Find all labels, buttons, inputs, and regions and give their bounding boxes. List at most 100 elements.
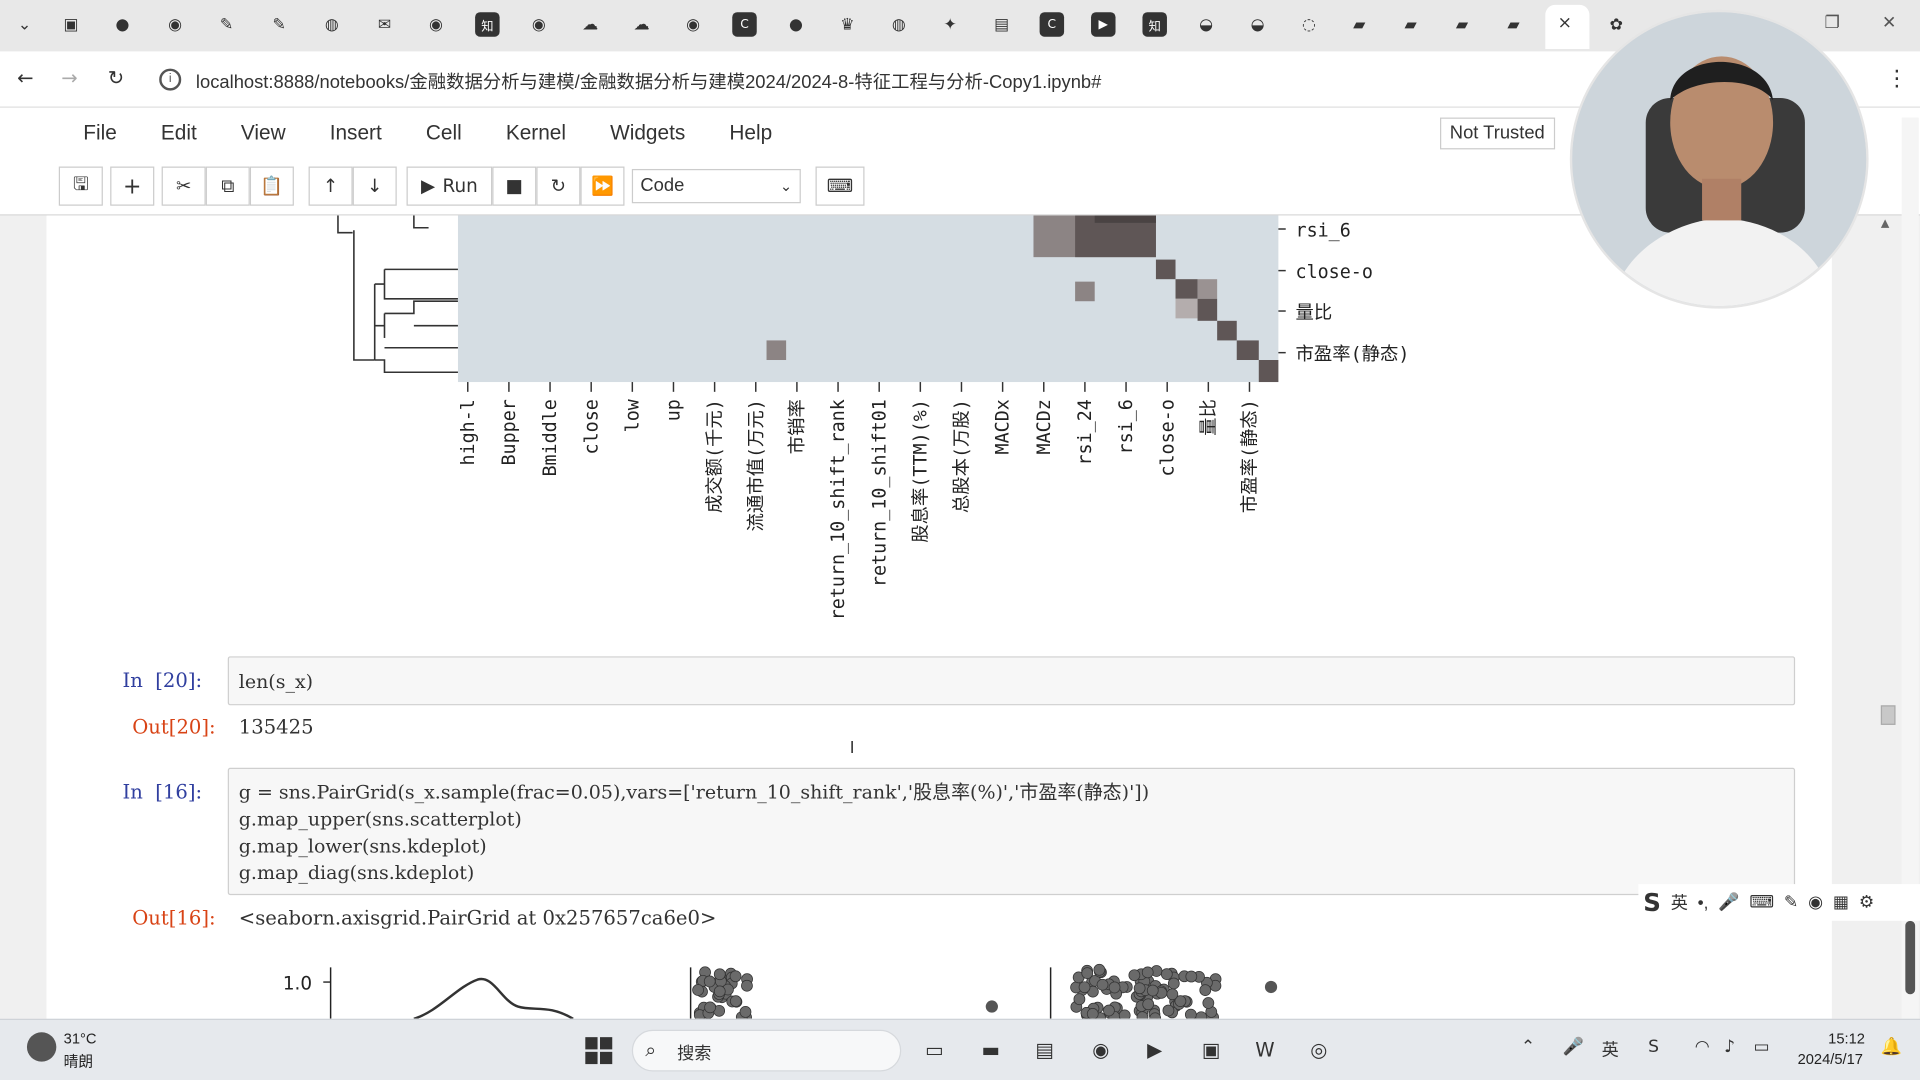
calendar-icon[interactable]: ▣ [59,12,83,36]
ime-lang-toggle[interactable]: 英 [1671,890,1688,914]
trust-status-button[interactable]: Not Trusted [1440,117,1555,150]
c-icon[interactable]: C [732,12,757,37]
doc-icon[interactable]: ▰ [1347,12,1371,36]
mic-icon[interactable]: 🎤 [1562,1037,1583,1057]
start-icon[interactable] [585,1037,613,1065]
paw-icon[interactable]: ✿ [1604,12,1628,36]
chat-icon[interactable]: ● [784,12,808,36]
column-label: close [581,399,602,454]
zhihu-icon[interactable]: 知 [1142,12,1167,37]
url-field[interactable]: localhost:8888/notebooks/金融数据分析与建模/金融数据分… [196,69,1101,95]
paste-icon[interactable]: 📋 [249,166,294,206]
menu-kernel[interactable]: Kernel [484,120,588,147]
app-icon[interactable]: W [1249,1033,1281,1065]
code-cell-input[interactable]: g = sns.PairGrid(s_x.sample(frac=0.05),v… [227,767,1796,896]
forward-icon[interactable]: → [61,66,77,89]
taskbar-search[interactable]: ⌕ 搜索 [631,1029,902,1072]
close-icon[interactable]: × [1558,13,1572,33]
ime-punct-toggle[interactable]: •, [1698,893,1709,913]
tray-chevron-icon[interactable]: ⌃ [1521,1037,1535,1057]
github-icon[interactable]: ◉ [681,12,705,36]
app-icon[interactable]: ▤ [989,12,1013,36]
globe-icon[interactable]: ◍ [320,12,344,36]
scroll-thumb[interactable] [1880,705,1896,725]
move-up-icon[interactable]: ↑ [308,166,353,206]
cloud-icon[interactable]: ☁ [629,12,653,36]
clock-date[interactable]: 2024/5/17 [1798,1051,1863,1068]
mail-icon[interactable]: ✉ [372,12,396,36]
file-explorer-icon[interactable]: ▤ [1029,1033,1061,1065]
github-icon[interactable]: ◉ [424,12,448,36]
tab-search-icon[interactable]: ⌄ [12,12,36,36]
app-icon[interactable]: ▬ [975,1033,1007,1065]
heat-cell [1175,298,1198,319]
menu-insert[interactable]: Insert [308,120,404,147]
crown-icon[interactable]: ♛ [835,12,859,36]
record-icon[interactable]: ● [110,12,134,36]
back-icon[interactable]: ← [17,66,33,89]
kde-curve [413,977,574,1019]
zhihu-icon[interactable]: 知 [475,12,500,37]
save-icon[interactable]: 🖫 [58,166,103,206]
run-button[interactable]: ▶ Run [406,166,493,206]
reload-icon[interactable]: ↻ [108,66,124,89]
github-icon[interactable]: ◉ [527,12,551,36]
scroll-up-icon[interactable]: ▲ [1881,218,1889,230]
window-close-icon[interactable]: ✕ [1882,13,1896,33]
bowl-icon[interactable]: ◒ [1194,12,1218,36]
grid-icon[interactable]: ▦ [1833,893,1849,913]
doc-icon[interactable]: ▰ [1501,12,1525,36]
cell-type-select[interactable]: Code ⌄ [631,168,801,204]
site-info-icon[interactable]: i [159,68,182,91]
task-view-icon[interactable]: ▭ [918,1033,950,1065]
keyboard-icon[interactable]: ⌨ [1749,893,1774,913]
sogou-tray-icon[interactable]: S [1648,1037,1659,1057]
clock-time[interactable]: 15:12 [1828,1030,1865,1047]
restore-icon[interactable]: ❐ [1825,13,1840,33]
translate-icon[interactable]: ✎ [267,12,291,36]
move-down-icon[interactable]: ↓ [352,166,397,206]
menu-cell[interactable]: Cell [404,120,484,147]
app-icon[interactable]: ◎ [1303,1033,1335,1065]
loading-icon[interactable]: ◌ [1297,12,1321,36]
menu-edit[interactable]: Edit [139,120,219,147]
restart-icon[interactable]: ↻ [536,166,581,206]
menu-widgets[interactable]: Widgets [588,120,707,147]
notification-icon[interactable]: 🔔 [1881,1037,1902,1057]
browser-menu-icon[interactable]: ⋮ [1886,66,1908,92]
video-icon[interactable]: ▶ [1091,12,1116,37]
battery-icon[interactable]: ▭ [1753,1037,1769,1057]
keyboard-icon[interactable]: ⌨ [815,166,865,206]
settings-icon[interactable]: ⚙ [1859,893,1874,913]
wifi-icon[interactable]: ◠ [1695,1037,1710,1057]
bowl-icon[interactable]: ◒ [1245,12,1269,36]
sogou-logo-icon[interactable]: S [1643,888,1661,917]
c-icon[interactable]: C [1039,12,1065,37]
terminal-icon[interactable]: ▣ [1195,1033,1227,1065]
game-icon[interactable]: ◉ [1808,893,1823,913]
cloud-icon[interactable]: ☁ [578,12,602,36]
stop-icon[interactable]: ■ [492,166,537,206]
page-scroll-thumb[interactable] [1905,920,1916,995]
ime-icon[interactable]: 英 [1602,1037,1619,1061]
app-icon[interactable]: ✦ [938,12,962,36]
copy-icon[interactable]: ⧉ [205,166,250,206]
code-cell-input[interactable]: len(s_x) [227,656,1796,706]
doc-icon[interactable]: ▰ [1398,12,1422,36]
menu-view[interactable]: View [219,120,308,147]
menu-file[interactable]: File [61,120,139,147]
weather-icon[interactable] [26,1032,57,1062]
skin-icon[interactable]: ✎ [1784,893,1798,913]
fast-forward-icon[interactable]: ⏩ [580,166,625,206]
doc-icon[interactable]: ▰ [1450,12,1474,36]
add-cell-icon[interactable]: + [110,166,155,206]
menu-help[interactable]: Help [707,120,794,147]
app-icon[interactable]: ▶ [1139,1033,1171,1065]
chrome-icon[interactable]: ◉ [1085,1033,1117,1065]
volume-icon[interactable]: ♪ [1724,1037,1735,1057]
mic-icon[interactable]: 🎤 [1718,893,1739,913]
globe-icon[interactable]: ◍ [887,12,911,36]
translate-icon[interactable]: ✎ [214,12,238,36]
cut-icon[interactable]: ✂ [161,166,206,206]
github-icon[interactable]: ◉ [163,12,187,36]
